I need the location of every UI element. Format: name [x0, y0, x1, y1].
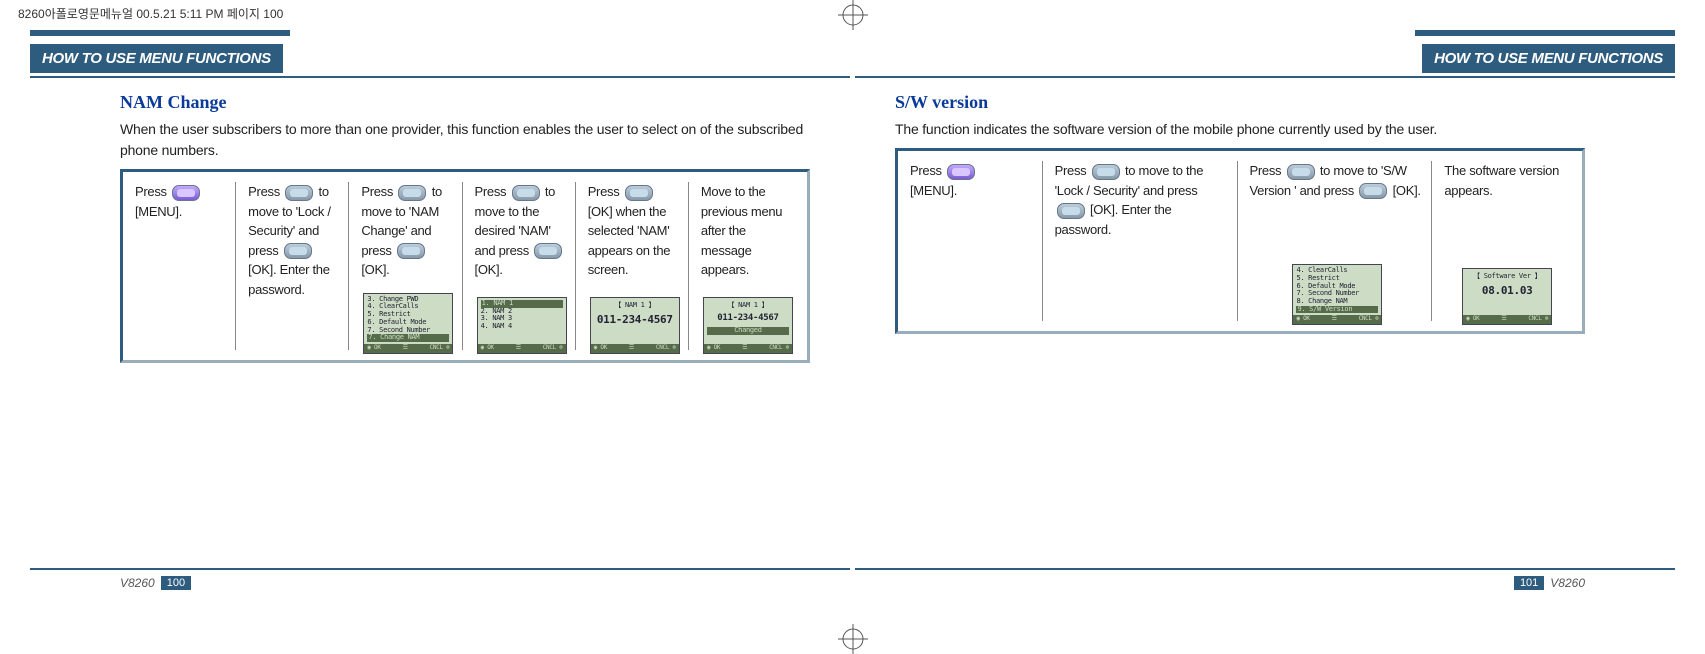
ok-key-icon — [284, 243, 312, 259]
header-bar: HOW TO USE MENU FUNCTIONS — [30, 30, 850, 82]
ok-key-icon — [1057, 203, 1085, 219]
phone-screen: 【 Software Ver 】 08.01.03 ◉ OK☰CNCL ⊗ — [1462, 268, 1552, 325]
registration-mark-top — [833, 0, 873, 30]
page-left: HOW TO USE MENU FUNCTIONS NAM Change Whe… — [30, 30, 850, 590]
phone-screen: 4. ClearCalls 5. Restrict 6. Default Mod… — [1292, 264, 1382, 325]
step: Press to move to the desired 'NAM' and p… — [469, 182, 576, 350]
model-number: V8260 — [120, 576, 155, 590]
menu-key-icon — [947, 164, 975, 180]
section-title-sw: S/W version — [895, 92, 1585, 113]
ok-key-icon — [397, 243, 425, 259]
header-bar: HOW TO USE MENU FUNCTIONS — [855, 30, 1675, 82]
step: Move to the previous menu after the mess… — [695, 182, 801, 350]
phone-screen: 【 NAM 1 】 011-234-4567 ◉ OK☰CNCL ⊗ — [590, 297, 680, 354]
step: The software version appears. 【 Software… — [1438, 161, 1576, 321]
header-label: HOW TO USE MENU FUNCTIONS — [1422, 44, 1675, 73]
nav-key-icon — [1092, 164, 1120, 180]
nav-key-icon — [398, 185, 426, 201]
page-number: 101 — [1514, 576, 1544, 590]
step: Press [MENU]. — [129, 182, 236, 350]
page-number: 100 — [161, 576, 191, 590]
steps-box-nam: Press [MENU]. Press to move to 'Lock / S… — [120, 169, 810, 363]
ok-key-icon — [1359, 183, 1387, 199]
steps-box-sw: Press [MENU]. Press to move to the 'Lock… — [895, 148, 1585, 334]
header-label: HOW TO USE MENU FUNCTIONS — [30, 44, 283, 73]
step: Press [MENU]. — [904, 161, 1043, 321]
nav-key-icon — [285, 185, 313, 201]
step: Press to move to 'S/W Version ' and pres… — [1244, 161, 1433, 321]
phone-screen: 1. NAM 1 2. NAM 2 3. NAM 3 4. NAM 4 ◉ OK… — [477, 297, 567, 354]
nav-key-icon — [512, 185, 540, 201]
step: Press [OK] when the selected 'NAM' appea… — [582, 182, 689, 350]
page-footer: 101 V8260 — [855, 564, 1675, 590]
crop-mark-text: 8260아폴로영문메뉴얼 00.5.21 5:11 PM 페이지 100 — [18, 5, 283, 22]
registration-mark-bottom — [833, 624, 873, 654]
phone-screen: 【 NAM 1 】 011-234-4567 Changed ◉ OK☰CNCL… — [703, 297, 793, 354]
model-number: V8260 — [1550, 576, 1585, 590]
menu-key-icon — [172, 185, 200, 201]
section-desc-nam: When the user subscribers to more than o… — [120, 119, 810, 161]
nav-key-icon — [1287, 164, 1315, 180]
section-title-nam: NAM Change — [120, 92, 810, 113]
ok-key-icon — [625, 185, 653, 201]
phone-screen: 3. Change PWD 4. ClearCalls 5. Restrict … — [363, 293, 453, 354]
step: Press to move to the 'Lock / Security' a… — [1049, 161, 1238, 321]
section-desc-sw: The function indicates the software vers… — [895, 119, 1585, 140]
step: Press to move to 'NAM Change' and press … — [355, 182, 462, 350]
step: Press to move to 'Lock / Security' and p… — [242, 182, 349, 350]
ok-key-icon — [534, 243, 562, 259]
page-right: HOW TO USE MENU FUNCTIONS S/W version Th… — [855, 30, 1675, 590]
page-footer: V8260 100 — [30, 564, 850, 590]
